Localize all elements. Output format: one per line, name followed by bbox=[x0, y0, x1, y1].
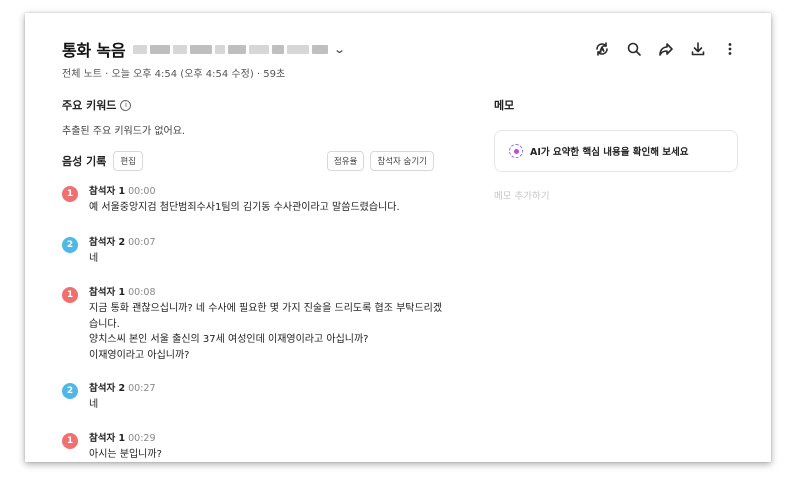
transcript-text: 지금 통화 괜찮으십니까? 네 수사에 필요한 몇 가지 진술을 드리도록 협조… bbox=[89, 303, 443, 361]
speaker-avatar: 2 bbox=[62, 383, 78, 399]
ai-summary-prompt-button[interactable]: AI가 요약한 핵심 내용을 확인해 보세요 bbox=[494, 130, 738, 172]
speaker-avatar: 1 bbox=[62, 186, 78, 202]
page-title: 통화 녹음 bbox=[62, 41, 126, 60]
memo-add-input[interactable]: 메모 추가하기 bbox=[494, 188, 549, 202]
download-icon[interactable] bbox=[689, 40, 707, 58]
note-meta: 전체 노트 · 오늘 오후 4:54 (오후 4:54 수정) · 59초 bbox=[62, 69, 286, 80]
more-icon[interactable] bbox=[721, 40, 739, 58]
share-ratio-button[interactable]: 점유율 bbox=[326, 151, 365, 171]
speaker-name: 참석자 1 bbox=[89, 186, 126, 197]
keywords-title: 주요 키워드 bbox=[62, 99, 117, 112]
speaker-name: 참석자 1 bbox=[89, 433, 126, 444]
hide-speakers-button[interactable]: 참석자 숨기기 bbox=[370, 151, 434, 171]
speaker-name: 참석자 2 bbox=[89, 383, 126, 394]
ai-summary-icon[interactable] bbox=[593, 40, 611, 58]
search-icon[interactable] bbox=[625, 40, 643, 58]
transcript-text: 아시는 분입니까? bbox=[89, 449, 162, 460]
chevron-down-icon[interactable]: ⌄ bbox=[334, 43, 347, 56]
keywords-empty-message: 추출된 주요 키워드가 없어요. bbox=[62, 126, 186, 137]
timestamp[interactable]: 00:08 bbox=[128, 287, 155, 298]
transcript-text: 네 bbox=[89, 399, 99, 410]
speaker-avatar: 2 bbox=[62, 237, 78, 253]
timestamp[interactable]: 00:29 bbox=[128, 433, 155, 444]
ai-sparkle-icon bbox=[509, 144, 523, 158]
recording-title: 음성 기록 bbox=[62, 155, 107, 168]
share-icon[interactable] bbox=[657, 40, 675, 58]
memo-title: 메모 bbox=[494, 99, 515, 112]
speaker-avatar: 1 bbox=[62, 287, 78, 303]
transcript-text: 예 서울중앙지검 첨단범죄수사1팀의 김기동 수사관이라고 말씀드렸습니다. bbox=[89, 202, 400, 213]
toolbar bbox=[593, 40, 739, 58]
timestamp[interactable]: 00:27 bbox=[128, 383, 155, 394]
note-window: 통화 녹음 ⌄ 전체 노트 · 오늘 오후 4:54 (오후 4:54 수정) … bbox=[25, 13, 771, 462]
info-icon[interactable]: i bbox=[120, 99, 132, 111]
redacted-title-text bbox=[133, 44, 329, 54]
transcript-text: 네 bbox=[89, 253, 99, 264]
timestamp[interactable]: 00:07 bbox=[128, 237, 155, 248]
speaker-name: 참석자 2 bbox=[89, 237, 126, 248]
timestamp[interactable]: 00:00 bbox=[128, 186, 155, 197]
edit-button[interactable]: 편집 bbox=[113, 151, 143, 171]
speaker-avatar: 1 bbox=[62, 433, 78, 449]
recording-header: 음성 기록 편집 점유율 참석자 숨기기 bbox=[62, 151, 434, 171]
keywords-section-title: 주요 키워드 i bbox=[62, 97, 132, 113]
title-row[interactable]: 통화 녹음 ⌄ bbox=[62, 37, 347, 61]
ai-summary-prompt-label: AI가 요약한 핵심 내용을 확인해 보세요 bbox=[530, 147, 689, 158]
speaker-name: 참석자 1 bbox=[89, 287, 126, 298]
